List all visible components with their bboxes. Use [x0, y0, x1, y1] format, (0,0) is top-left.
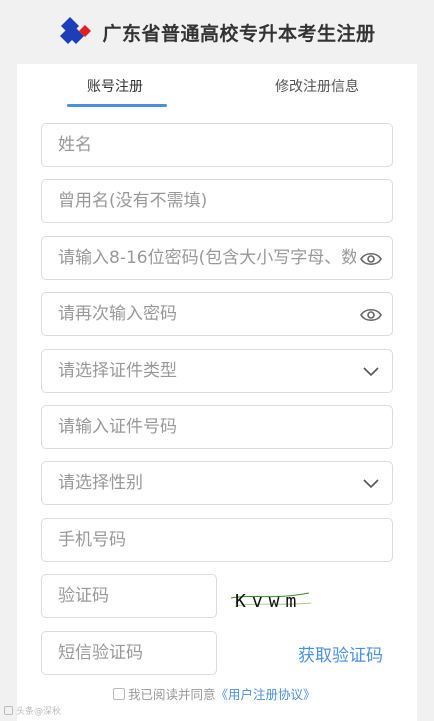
- phone-input[interactable]: [42, 519, 392, 561]
- watermark-text: 头条@深秋: [16, 707, 62, 717]
- site-title: 广东省普通高校专升本考生注册: [102, 22, 376, 45]
- id-number-input[interactable]: [42, 406, 392, 448]
- eye-icon[interactable]: [360, 305, 382, 325]
- former-name-field: [41, 179, 393, 223]
- id-type-input[interactable]: [42, 350, 392, 392]
- password-confirm-field: [41, 292, 393, 336]
- agreement-checkbox[interactable]: [113, 687, 125, 700]
- tab-modify-registration[interactable]: 修改注册信息: [275, 76, 359, 96]
- captcha-input[interactable]: [42, 575, 216, 617]
- gender-select[interactable]: [41, 461, 393, 505]
- agreement-row: 我已阅读并同意 《用户注册协议》: [113, 684, 316, 703]
- password-input[interactable]: [42, 237, 392, 279]
- tab-account-register[interactable]: 账号注册: [87, 76, 143, 96]
- watermark-icon: [4, 706, 13, 715]
- eye-icon[interactable]: [360, 249, 382, 269]
- school-logo-icon: [60, 17, 92, 44]
- id-type-select[interactable]: [41, 349, 393, 393]
- agreement-text: 我已阅读并同意: [128, 687, 216, 702]
- password-field: [41, 236, 393, 280]
- gender-input[interactable]: [42, 462, 392, 504]
- sms-code-field: [41, 631, 217, 675]
- chevron-down-icon[interactable]: [360, 474, 382, 494]
- page-header: 广东省普通高校专升本考生注册: [0, 0, 434, 64]
- get-sms-code-button[interactable]: 获取验证码: [298, 641, 383, 666]
- name-input[interactable]: [42, 124, 392, 166]
- registration-card: 账号注册 修改注册信息 姓名 曾用名(没有不需填) 请选择证件类型 请输入证件号…: [17, 64, 417, 721]
- captcha-text: Kvwm: [235, 591, 302, 612]
- watermark: 头条@深秋: [4, 704, 61, 717]
- captcha-image[interactable]: Kvwm: [229, 584, 313, 612]
- chevron-down-icon[interactable]: [360, 362, 382, 382]
- tab-bar: 账号注册 修改注册信息: [17, 64, 417, 108]
- sms-code-input[interactable]: [42, 632, 216, 674]
- active-tab-indicator: [67, 104, 167, 107]
- name-field: [41, 123, 393, 167]
- password-confirm-input[interactable]: [42, 293, 392, 335]
- phone-field: [41, 518, 393, 562]
- agreement-link[interactable]: 《用户注册协议》: [216, 684, 316, 703]
- former-name-input[interactable]: [42, 180, 392, 222]
- id-number-field: [41, 405, 393, 449]
- captcha-field: [41, 574, 217, 618]
